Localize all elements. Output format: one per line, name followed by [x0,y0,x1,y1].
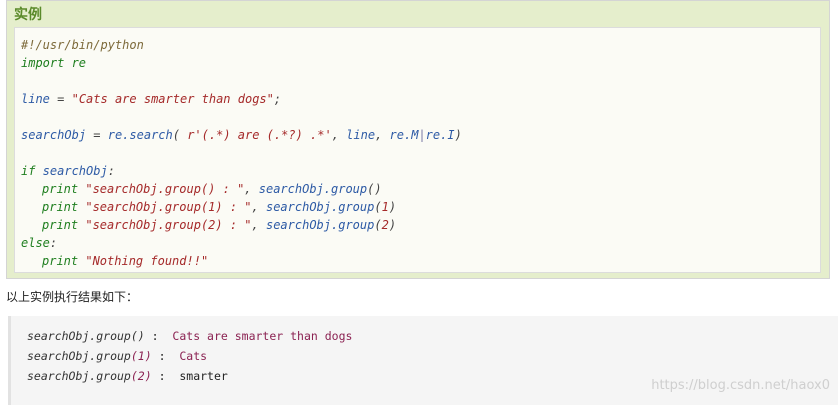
code-punct: : [49,236,58,250]
code-identifier: line [346,128,376,142]
code-punct: , [251,218,266,232]
code-call: searchObj.group [258,182,368,196]
code-punct: ( [374,218,382,232]
code-flag: re.M [389,128,419,142]
code-shebang: #!/usr/bin/python [21,38,144,52]
code-line: import re [21,54,820,72]
code-number: 1 [381,200,389,214]
code-punct: () [367,182,382,196]
code-keyword: print [42,254,79,268]
output-value: Cats are smarter than dogs [172,329,353,343]
code-keyword: print [42,218,79,232]
code-call: re.search [107,128,173,142]
output-args: (2) [130,369,152,383]
code-string: "Cats are smarter than dogs" [71,92,274,106]
code-punct: , [331,128,347,142]
code-string: r'(.*) are (.*?) .*' [187,128,332,142]
output-call: searchObj.group [27,369,131,383]
code-punct: ) [388,200,397,214]
output-call: searchObj.group [27,329,131,343]
code-operator: = [86,128,108,142]
output-separator: : [151,369,180,383]
code-line: #!/usr/bin/python [21,36,820,54]
output-call: searchObj.group [27,349,131,363]
output-args: (1) [130,349,152,363]
code-keyword: print [42,182,79,196]
code-string: "searchObj.group(1) : " [78,200,252,214]
output-value: smarter [179,369,228,383]
code-operator: = [49,92,72,106]
code-string: "searchObj.group() : " [78,182,245,196]
code-call: searchObj.group [265,200,375,214]
output-line: searchObj.group() : Cats are smarter tha… [27,326,838,346]
watermark: https://blog.csdn.net/haox0 [651,378,830,393]
code-line: line = "Cats are smarter than dogs"; [21,90,820,108]
code-line: print "searchObj.group(1) : ", searchObj… [21,198,820,216]
code-identifier: line [21,92,50,106]
code-line: print "searchObj.group() : ", searchObj.… [21,180,820,198]
code-keyword: if [21,164,36,178]
code-punct: , [251,200,266,214]
code-panel[interactable]: #!/usr/bin/python import re line = "Cats… [14,27,821,273]
code-identifier: searchObj [21,128,87,142]
code-keyword: print [42,200,79,214]
code-line: print "Nothing found!!" [21,252,820,270]
code-punct: ; [273,92,282,106]
code-identifier: searchObj [35,164,108,178]
code-string: "searchObj.group(2) : " [78,218,252,232]
code-call: searchObj.group [265,218,375,232]
code-punct: ) [388,218,397,232]
code-punct: , [244,182,259,196]
code-string: "Nothing found!!" [78,254,209,268]
code-punct: , [375,128,390,142]
code-line: searchObj = re.search( r'(.*) are (.*?) … [21,126,820,144]
code-line: print "searchObj.group(2) : ", searchObj… [21,216,820,234]
code-punct: : [107,164,115,178]
output-args: () [130,329,145,343]
code-module: re [64,56,87,70]
output-value: Cats [179,349,208,363]
code-operator: | [418,128,426,142]
example-title: 实例 [14,7,42,23]
code-punct: ( [374,200,382,214]
code-number: 2 [381,218,389,232]
code-flag: re.I [425,128,455,142]
result-caption: 以上实例执行结果如下： [6,290,139,304]
code-punct: ) [454,128,462,142]
example-box: 实例 #!/usr/bin/python import re line = "C… [6,0,830,279]
output-separator: : [144,329,173,343]
code-punct: ( [172,128,188,142]
output-separator: : [151,349,180,363]
code-line: if searchObj: [21,162,820,180]
code-keyword: import [21,56,65,70]
output-line: searchObj.group(1) : Cats [27,346,838,366]
code-keyword: else [21,236,50,250]
code-line: else: [21,234,820,252]
